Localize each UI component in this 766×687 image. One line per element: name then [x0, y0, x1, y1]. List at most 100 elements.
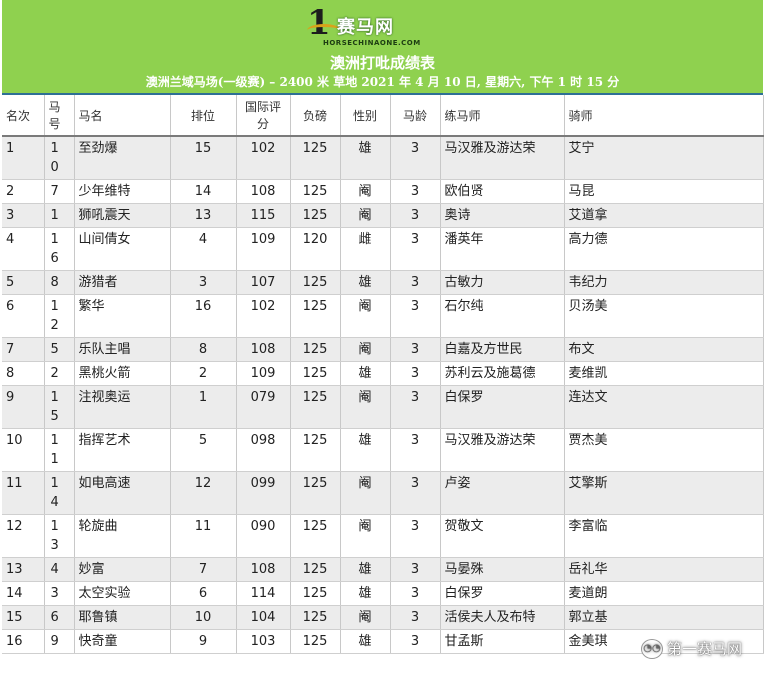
cell-age: 3: [390, 471, 441, 515]
site-logo[interactable]: 1 赛马网 HORSECHINAONE.COM: [307, 6, 420, 50]
cell-horse-number: 4: [44, 557, 75, 582]
cell-age: 3: [390, 428, 441, 472]
cell-rank: 12: [2, 514, 45, 558]
cell-draw: 15: [170, 136, 237, 180]
horse-number-text: 16: [50, 232, 59, 266]
cell-age: 3: [390, 385, 441, 429]
cell-sex: 雄: [340, 629, 391, 654]
cell-jockey: 岳礼华: [564, 557, 764, 582]
cell-trainer: 甘孟斯: [440, 629, 565, 654]
header-draw: 排位: [170, 95, 237, 137]
cell-horse-name: 黑桃火箭: [74, 361, 171, 386]
cell-draw: 8: [170, 337, 237, 362]
cell-horse-name: 妙富: [74, 557, 171, 582]
cell-draw: 14: [170, 179, 237, 204]
cell-age: 3: [390, 337, 441, 362]
horse-number-text: 7: [50, 184, 59, 199]
cell-weight: 125: [290, 179, 341, 204]
horse-number-text: 5: [50, 342, 59, 357]
cell-weight: 125: [290, 203, 341, 228]
cell-jockey: 艾擎斯: [564, 471, 764, 515]
header-age: 马龄: [390, 95, 441, 137]
cell-horse-number: 6: [44, 605, 75, 630]
cell-age: 3: [390, 203, 441, 228]
logo-wave-icon: [307, 24, 341, 37]
cell-horse-name: 耶鲁镇: [74, 605, 171, 630]
cell-jockey: 连达文: [564, 385, 764, 429]
cell-jockey: 贾杰美: [564, 428, 764, 472]
cell-age: 3: [390, 179, 441, 204]
table-row: 14 3 太空实验 6 114 125 雄 3 白保罗 麦道朗: [2, 581, 764, 606]
cell-weight: 125: [290, 337, 341, 362]
watermark-text: 第一赛马网: [666, 640, 742, 658]
cell-draw: 1: [170, 385, 237, 429]
cell-rating: 090: [236, 514, 291, 558]
table-row: 11 14 如电高速 12 099 125 阉 3 卢姿 艾擎斯: [2, 471, 764, 515]
cell-weight: 125: [290, 361, 341, 386]
table-row: 9 15 注视奥运 1 079 125 阉 3 白保罗 连达文: [2, 385, 764, 429]
cell-trainer: 欧伯贤: [440, 179, 565, 204]
horse-number-text: 6: [50, 610, 59, 625]
cell-rank: 16: [2, 629, 45, 654]
cell-horse-number: 9: [44, 629, 75, 654]
cell-horse-number: 12: [44, 294, 75, 338]
cell-draw: 11: [170, 514, 237, 558]
cell-horse-name: 如电高速: [74, 471, 171, 515]
cell-weight: 125: [290, 270, 341, 295]
cell-jockey: 郭立基: [564, 605, 764, 630]
horse-number-text: 9: [50, 634, 59, 649]
table-header-row: 名次 马号 马名 排位 国际评分 负磅 性别 马龄 练马师 骑师: [2, 95, 764, 137]
cell-rank: 11: [2, 471, 45, 515]
page-subtitle: 澳洲兰域马场(一级赛) – 2400 米 草地 2021 年 4 月 10 日,…: [145, 75, 620, 89]
horse-number-text: 11: [50, 433, 59, 467]
cell-sex: 雄: [340, 428, 391, 472]
cell-horse-number: 8: [44, 270, 75, 295]
cell-horse-name: 乐队主唱: [74, 337, 171, 362]
cell-horse-number: 13: [44, 514, 75, 558]
table-row: 15 6 耶鲁镇 10 104 125 阉 3 活侯夫人及布特 郭立基: [2, 605, 764, 630]
cell-draw: 9: [170, 629, 237, 654]
horse-number-text: 14: [50, 476, 59, 510]
cell-draw: 12: [170, 471, 237, 515]
cell-weight: 125: [290, 385, 341, 429]
cell-weight: 125: [290, 557, 341, 582]
cell-sex: 阉: [340, 203, 391, 228]
cell-horse-name: 狮吼震天: [74, 203, 171, 228]
cell-rating: 109: [236, 227, 291, 271]
cell-rank: 1: [2, 136, 45, 180]
cell-rating: 103: [236, 629, 291, 654]
cell-trainer: 白保罗: [440, 581, 565, 606]
table-row: 12 13 轮旋曲 11 090 125 阉 3 贺敬文 李富临: [2, 514, 764, 558]
cell-horse-name: 快奇童: [74, 629, 171, 654]
cell-horse-name: 山间倩女: [74, 227, 171, 271]
cell-jockey: 贝汤美: [564, 294, 764, 338]
cell-sex: 阉: [340, 514, 391, 558]
table-row: 13 4 妙富 7 108 125 雄 3 马晏殊 岳礼华: [2, 557, 764, 582]
cell-draw: 4: [170, 227, 237, 271]
cell-sex: 雄: [340, 361, 391, 386]
header-trainer: 练马师: [440, 95, 565, 137]
cell-jockey: 艾道拿: [564, 203, 764, 228]
cell-sex: 雄: [340, 581, 391, 606]
cell-sex: 阉: [340, 294, 391, 338]
cell-draw: 10: [170, 605, 237, 630]
cell-horse-number: 5: [44, 337, 75, 362]
cell-rank: 10: [2, 428, 45, 472]
cell-jockey: 韦纪力: [564, 270, 764, 295]
cell-rating: 102: [236, 136, 291, 180]
cell-rating: 108: [236, 179, 291, 204]
cell-rating: 115: [236, 203, 291, 228]
cell-trainer: 贺敬文: [440, 514, 565, 558]
cell-sex: 雄: [340, 136, 391, 180]
cell-rank: 4: [2, 227, 45, 271]
cell-sex: 阉: [340, 605, 391, 630]
cell-rating: 114: [236, 581, 291, 606]
header-banner: 1 赛马网 HORSECHINAONE.COM 澳洲打吡成绩表 澳洲兰域马场(一…: [2, 0, 763, 95]
cell-age: 3: [390, 557, 441, 582]
cell-horse-number: 3: [44, 581, 75, 606]
cell-rating: 109: [236, 361, 291, 386]
cell-sex: 阉: [340, 179, 391, 204]
cell-trainer: 潘英年: [440, 227, 565, 271]
cell-trainer: 白嘉及方世民: [440, 337, 565, 362]
cell-horse-number: 15: [44, 385, 75, 429]
